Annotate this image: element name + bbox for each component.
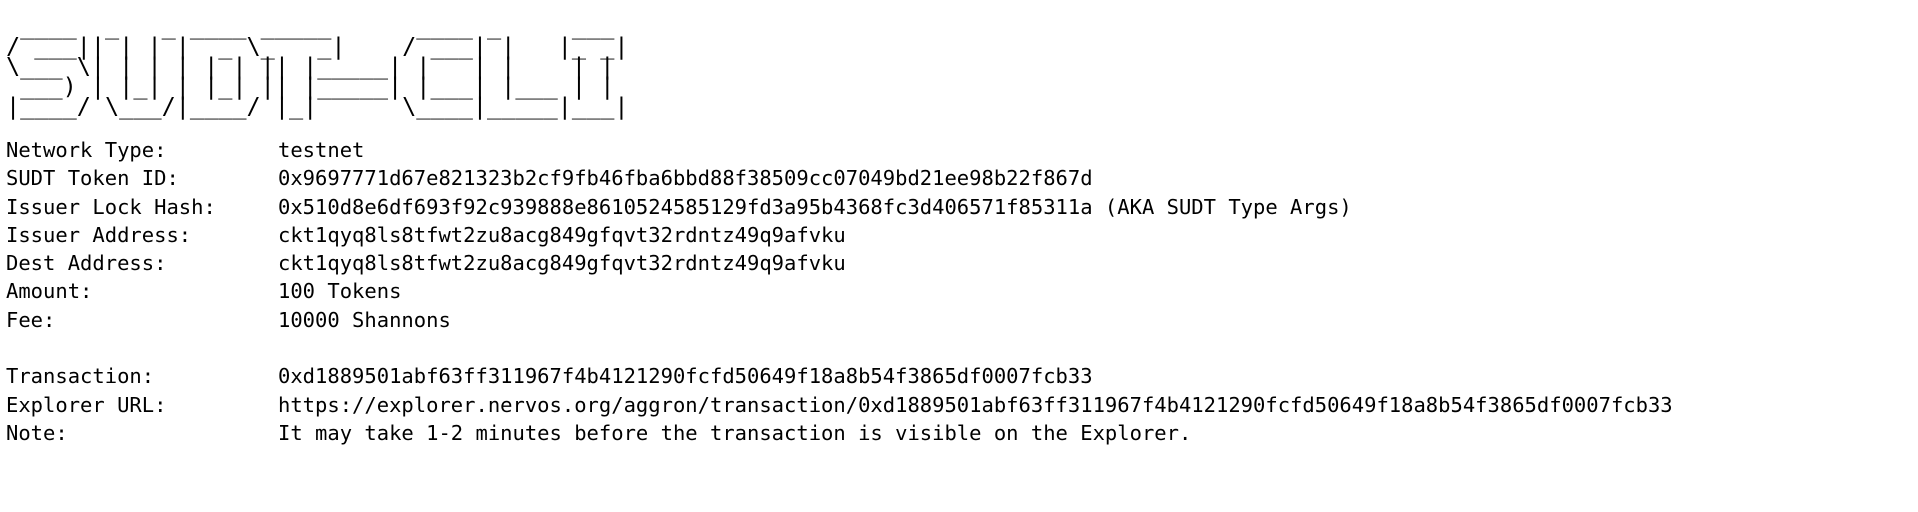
network-type-row: Network Type: testnet bbox=[6, 136, 1918, 164]
dest-address-label: Dest Address: bbox=[6, 251, 167, 276]
issuer-lock-hash-label: Issuer Lock Hash: bbox=[6, 194, 216, 219]
sudt-cli-ascii-banner: ____ _ _ ____ _____ ____ _ ___ / ___|| |… bbox=[6, 12, 629, 120]
fee-row: Fee: 10000 Shannons bbox=[6, 306, 1918, 334]
transaction-label: Transaction: bbox=[6, 364, 155, 389]
network-type-label: Network Type: bbox=[6, 138, 167, 162]
fee-label: Fee: bbox=[6, 307, 56, 332]
transaction-row: Transaction: 0xd1889501abf63ff311967f4b4… bbox=[6, 362, 1918, 390]
network-type-value: testnet bbox=[278, 138, 365, 162]
fee-value: 10000 Shannons bbox=[278, 307, 451, 332]
terminal-output: ____ _ _ ____ _____ ____ _ ___ / ___|| |… bbox=[6, 12, 1918, 447]
issuer-address-label: Issuer Address: bbox=[6, 222, 192, 247]
sudt-token-id-label: SUDT Token ID: bbox=[6, 166, 179, 191]
transaction-hash-value[interactable]: 0xd1889501abf63ff311967f4b4121290fcfd506… bbox=[278, 362, 1918, 390]
issuer-address-value: ckt1qyq8ls8tfwt2zu8acg849gfqvt32rdntz49q… bbox=[278, 222, 846, 247]
note-label: Note: bbox=[6, 420, 68, 445]
transaction-details: Network Type: testnet SUDT Token ID: 0x9… bbox=[6, 136, 1918, 447]
explorer-url-link[interactable]: https://explorer.nervos.org/aggron/trans… bbox=[278, 391, 1918, 419]
note-value: It may take 1-2 minutes before the trans… bbox=[278, 420, 1192, 445]
issuer-lock-hash-value: 0x510d8e6df693f92c939888e8610524585129fd… bbox=[278, 194, 1352, 219]
amount-row: Amount: 100 Tokens bbox=[6, 277, 1918, 305]
issuer-address-row: Issuer Address: ckt1qyq8ls8tfwt2zu8acg84… bbox=[6, 221, 1918, 249]
amount-label: Amount: bbox=[6, 279, 93, 304]
sudt-token-id-value: 0x9697771d67e821323b2cf9fb46fba6bbd88f38… bbox=[278, 166, 1093, 191]
amount-value: 100 Tokens bbox=[278, 279, 402, 304]
dest-address-row: Dest Address: ckt1qyq8ls8tfwt2zu8acg849g… bbox=[6, 249, 1918, 277]
note-row: Note: It may take 1-2 minutes before the… bbox=[6, 419, 1918, 447]
explorer-url-label: Explorer URL: bbox=[6, 392, 167, 417]
explorer-url-row: Explorer URL: https://explorer.nervos.or… bbox=[6, 391, 1918, 419]
sudt-token-id-row: SUDT Token ID: 0x9697771d67e821323b2cf9f… bbox=[6, 164, 1918, 192]
dest-address-value: ckt1qyq8ls8tfwt2zu8acg849gfqvt32rdntz49q… bbox=[278, 251, 846, 276]
issuer-lock-hash-row: Issuer Lock Hash: 0x510d8e6df693f92c9398… bbox=[6, 193, 1918, 221]
